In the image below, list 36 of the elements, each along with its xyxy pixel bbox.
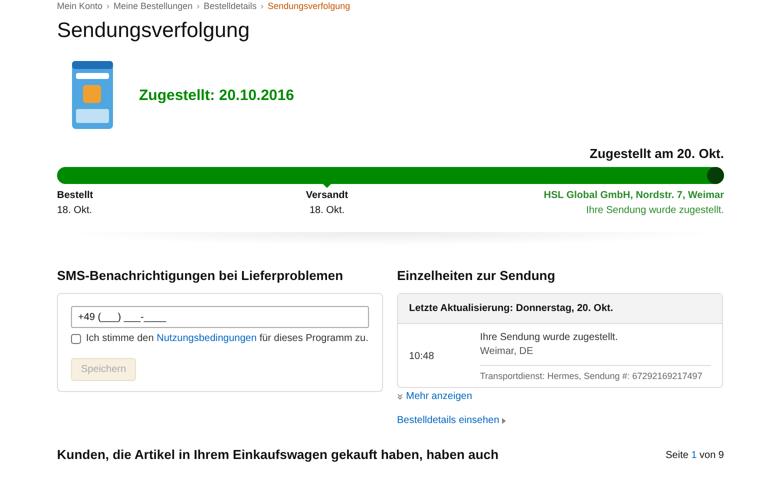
event-location: Weimar, DE xyxy=(480,346,711,366)
consent-checkbox[interactable] xyxy=(71,334,81,344)
double-chevron-icon xyxy=(397,394,403,400)
step-date: 18. Okt. xyxy=(57,205,92,216)
section-heading: Einzelheiten zur Sendung xyxy=(397,268,556,283)
page-indicator: Seite 1 von 9 xyxy=(666,450,724,461)
delivery-status: Zugestellt: 20.10.2016 xyxy=(139,86,294,104)
terms-link[interactable]: Nutzungsbedingungen xyxy=(156,333,257,344)
breadcrumb-separator: › xyxy=(196,0,200,10)
section-heading: SMS-Benachrichtigungen bei Lieferproblemen xyxy=(57,268,344,283)
breadcrumb-link[interactable]: Meine Bestellungen xyxy=(114,0,193,10)
breadcrumb-link[interactable]: Mein Konto xyxy=(57,0,103,10)
breadcrumb-link[interactable]: Sendungsverfolgung xyxy=(268,0,350,10)
page-title: Sendungsverfolgung xyxy=(57,19,251,44)
phone-field[interactable]: +49 (___) ___-____ xyxy=(71,306,369,328)
order-details-link[interactable]: Bestelldetails einsehen xyxy=(397,415,506,426)
destination-address: HSL Global GmbH, Nordstr. 7, Weimar xyxy=(544,190,724,201)
product-can-drawing xyxy=(70,59,115,131)
end-dot-icon xyxy=(707,167,724,184)
show-more-link[interactable]: Mehr anzeigen xyxy=(397,391,472,402)
event-time: 10:48 xyxy=(409,351,436,362)
breadcrumb-link[interactable]: Bestelldetails xyxy=(204,0,257,10)
destination-message: Ihre Sendung wurde zugestellt. xyxy=(586,205,724,216)
step-label: Bestellt xyxy=(57,190,94,201)
consent-text: Ich stimme den Nutzungsbedingungen für dieses Programm zu. xyxy=(86,333,368,344)
step-date: 18. Okt. xyxy=(309,205,344,216)
breadcrumb-separator: › xyxy=(260,0,264,10)
step-label: Versandt xyxy=(306,190,348,201)
carrier-info: Transportdienst: Hermes, Sendung #: 67292169217497 xyxy=(480,371,704,381)
event-message: Ihre Sendung wurde zugestellt. xyxy=(480,332,619,343)
caret-icon xyxy=(502,418,506,424)
page-link[interactable]: 1 xyxy=(691,450,697,461)
breadcrumb-separator: › xyxy=(106,0,110,10)
delivery-heading: Zugestellt am 20. Okt. xyxy=(588,146,724,161)
section-heading: Kunden, die Artikel in Ihrem Einkaufswagen gekauft haben, haben auch xyxy=(57,447,499,462)
last-update: Letzte Aktualisierung: Donnerstag, 20. Okt. xyxy=(398,294,722,324)
